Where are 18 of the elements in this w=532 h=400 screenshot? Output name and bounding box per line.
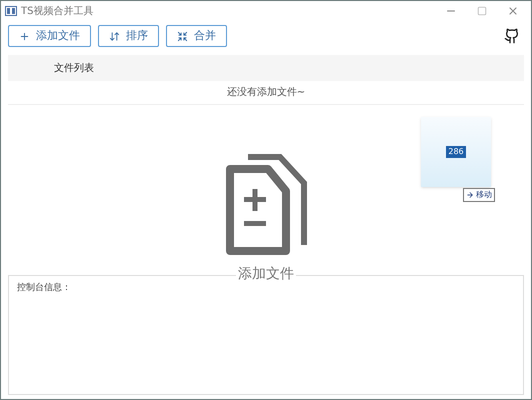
close-icon[interactable] xyxy=(507,5,519,17)
add-icon xyxy=(19,30,30,42)
merge-icon xyxy=(177,30,188,42)
sort-icon xyxy=(109,30,120,42)
console-label: 控制台信息： xyxy=(17,282,71,295)
toolbar-button[interactable]: 合并 xyxy=(166,25,227,47)
maximize-icon[interactable] xyxy=(477,6,487,16)
arrow-icon xyxy=(466,191,474,199)
drag-tooltip: 移动 xyxy=(463,188,495,202)
app-icon xyxy=(5,6,17,16)
toolbar-button[interactable]: 排序 xyxy=(98,25,159,47)
thumbnail-badge: 286 xyxy=(446,146,466,158)
github-icon[interactable] xyxy=(504,28,520,44)
toolbar-button[interactable]: 添加文件 xyxy=(8,25,91,47)
window-title: TS视频合并工具 xyxy=(21,4,94,18)
empty-message: 还没有添加文件~ xyxy=(226,86,306,100)
column-header: 文件列表 xyxy=(54,62,94,76)
add-file-icon[interactable] xyxy=(224,153,308,257)
